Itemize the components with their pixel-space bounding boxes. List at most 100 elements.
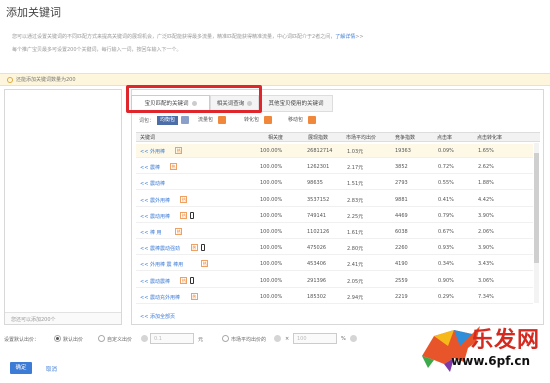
info-icon	[7, 77, 13, 83]
col-cvr[interactable]: 点击转化率	[477, 134, 502, 141]
pill-balanced[interactable]: 均衡包	[157, 116, 179, 125]
help-icon	[181, 116, 189, 124]
cell-ctr: 0.29%	[438, 293, 454, 300]
cell-avg-bid: 2.17元	[347, 165, 364, 172]
keyword-add-link[interactable]: << 震棒震动强劲	[140, 245, 180, 252]
cell-relevance: 100.00%	[260, 293, 283, 300]
description-line-1-text: 您可以通过设置关键词的不同匹配方式来提高关键词的展现机会，广泛匹配能获得最多流量…	[12, 34, 336, 40]
hot-tag-icon: 热	[190, 244, 198, 252]
help-icon	[141, 335, 148, 342]
hot-tag-icon: 热	[170, 163, 177, 171]
table-row[interactable]: << 震动充外用棒 热 100.00% 185302 2.94元 2219 0.29% 7.3…	[136, 290, 533, 304]
cell-relevance: 100.00%	[260, 148, 283, 154]
pill-traffic[interactable]: 流量包	[195, 116, 216, 125]
cell-avg-bid: 2.41元	[347, 262, 364, 269]
cell-avg-bid: 2.05元	[347, 278, 364, 285]
cell-avg-bid: 1.61元	[347, 230, 364, 236]
tab-other-items-keywords[interactable]: 其他宝贝使用的关键词	[259, 95, 333, 112]
radio-custom-bid[interactable]	[98, 335, 105, 342]
mobile-icon	[200, 244, 205, 252]
cell-relevance: 100.00%	[260, 196, 283, 203]
table-row[interactable]: << 震动震棒 热 100.00% 291396 2.05元 2559 0.90% 3.06%	[136, 274, 533, 288]
cell-avg-bid: 2.83元	[347, 197, 364, 204]
cell-competition: 19363	[395, 148, 411, 154]
radio-market-bid[interactable]	[222, 335, 229, 342]
hot-tag-icon: 热	[175, 228, 183, 235]
cell-competition: 2260	[395, 245, 408, 252]
market-bid-percent-input[interactable]: 100	[293, 333, 337, 344]
cell-ctr: 0.41%	[438, 196, 454, 203]
col-keyword[interactable]: 关键词	[140, 134, 155, 141]
cell-competition: 2793	[395, 180, 408, 187]
table-header: 关键词 相关度 展现指数 市场平均出价 竞争指数 点击率 点击转化率	[136, 132, 540, 142]
table-row[interactable]: << 棒 用 热 100.00% 1102126 1.61元 6038 0.67% 2.06%	[136, 225, 533, 239]
radio-default-bid[interactable]	[54, 335, 61, 342]
cell-cvr: 3.90%	[478, 212, 494, 219]
hot-tag-icon: 热	[180, 276, 188, 284]
custom-bid-input[interactable]: 0.1	[150, 333, 194, 344]
keyword-add-link[interactable]: << 外用棒 震 棒用	[140, 261, 183, 268]
pill-mobile[interactable]: 移动包	[285, 116, 306, 125]
cell-cvr: 3.90%	[478, 245, 494, 252]
col-competition[interactable]: 竞争指数	[395, 134, 415, 141]
mobile-icon	[190, 276, 195, 284]
scrollbar-thumb[interactable]	[534, 153, 539, 263]
table-scrollbar[interactable]	[534, 143, 539, 303]
cell-cvr: 2.06%	[478, 229, 494, 235]
hot-tag-icon: 热	[180, 195, 188, 203]
description-line-2: 每个推广宝贝最多可设置200个关键词，每行输入一词，按回车输入下一个。	[12, 47, 182, 53]
keyword-add-link[interactable]: << 震动震棒	[140, 278, 170, 285]
cell-impressions: 475026	[307, 245, 327, 252]
table-row[interactable]: << 震动用棒 热 100.00% 749141 2.25元 4469 0.79% 3.90%	[136, 209, 533, 223]
cell-impressions: 291396	[307, 277, 327, 284]
remaining-text: 您还可以添加200个	[11, 317, 56, 323]
multiply-sign: ×	[285, 336, 290, 342]
hot-tag-icon: 热	[190, 292, 198, 300]
cell-ctr: 0.67%	[438, 229, 454, 235]
table-row[interactable]: << 震棒 热 100.00% 1262301 2.17元 3852 0.72% 2.62%	[136, 160, 533, 175]
col-ctr[interactable]: 点击率	[437, 134, 452, 141]
custom-bid-unit: 元	[198, 337, 204, 343]
keyword-add-link[interactable]: << 震外用棒	[140, 197, 170, 204]
keyword-add-link[interactable]: << 外用棒	[140, 148, 165, 155]
notice-text: 还能添加关键词数量为200	[16, 77, 76, 83]
table-row[interactable]: << 外用棒 震 棒用 热 100.00% 453406 2.41元 4190 0.34% 3…	[136, 257, 533, 272]
keyword-add-link[interactable]: << 棒 用	[140, 229, 162, 236]
cell-avg-bid: 2.25元	[347, 213, 364, 220]
package-icon	[264, 116, 272, 124]
keyword-add-link[interactable]: << 震动充外用棒	[140, 294, 180, 301]
keyword-add-link[interactable]: << 震动用棒	[140, 213, 170, 220]
highlight-frame	[126, 85, 262, 113]
tab-other-items-keywords-label: 其他宝贝使用的关键词	[268, 101, 324, 107]
table-row[interactable]: << 外用棒 热 100.00% 26812714 1.03元 19363 0.09% 1.6…	[136, 144, 533, 158]
cancel-button[interactable]: 取消	[46, 365, 57, 373]
table-row[interactable]: << 震动棒 100.00% 98635 1.51元 2793 0.55% 1.88%	[136, 176, 533, 191]
keyword-add-link[interactable]: << 震棒	[140, 164, 160, 171]
add-all-page-link[interactable]: << 添加全部页	[140, 313, 175, 320]
hot-tag-icon: 热	[175, 147, 183, 154]
cell-avg-bid: 2.80元	[347, 246, 364, 253]
cell-impressions: 26812714	[307, 148, 333, 154]
keyword-add-link[interactable]: << 震动棒	[140, 180, 165, 187]
col-avg-bid[interactable]: 市场平均出价	[346, 134, 376, 141]
package-icon	[218, 116, 226, 124]
cell-relevance: 100.00%	[260, 261, 283, 268]
col-impressions[interactable]: 展现指数	[308, 134, 328, 141]
table-row[interactable]: << 震棒震动强劲 热 100.00% 475026 2.80元 2260 0.93% 3.9…	[136, 241, 533, 256]
cell-relevance: 100.00%	[260, 212, 283, 219]
cell-competition: 4190	[395, 261, 408, 268]
ok-button[interactable]: 确定	[10, 362, 32, 374]
table-row[interactable]: << 震外用棒 热 100.00% 3537152 2.83元 9881 0.41% 4.42…	[136, 193, 533, 207]
col-relevance[interactable]: 相关度	[268, 134, 283, 141]
package-icon	[308, 116, 316, 124]
learn-more-link[interactable]: 了解详情	[335, 34, 355, 40]
description-line-1: 您可以通过设置关键词的不同匹配方式来提高关键词的展现机会，广泛匹配能获得最多流量…	[12, 33, 364, 40]
help-icon	[274, 335, 281, 342]
cell-competition: 4469	[395, 212, 408, 219]
cell-impressions: 1262301	[307, 164, 330, 171]
cell-cvr: 3.06%	[478, 277, 494, 284]
watermark-url: www.6pf.cn	[451, 354, 530, 368]
keyword-input-panel[interactable]: 您还可以添加200个	[4, 89, 122, 325]
pill-conversion[interactable]: 转化包	[241, 116, 262, 125]
cell-competition: 3852	[395, 164, 408, 171]
